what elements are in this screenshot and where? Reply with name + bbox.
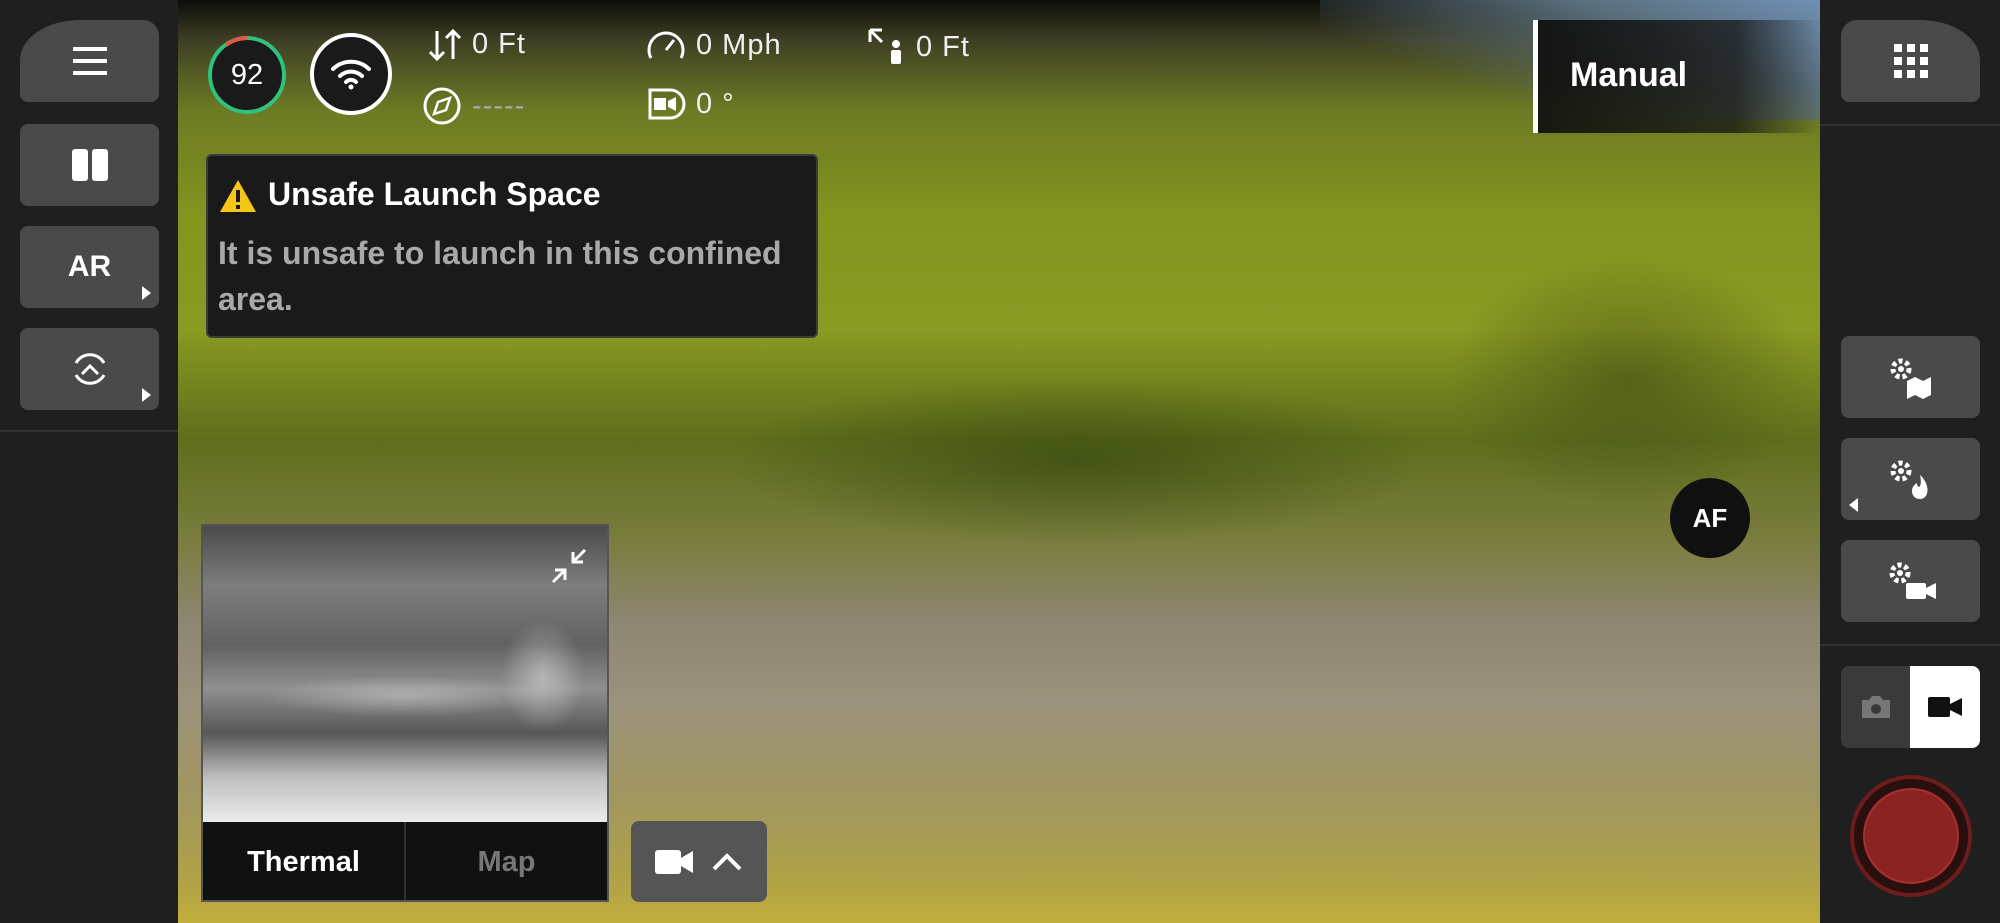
autofocus-button[interactable]: AF [1670, 478, 1750, 558]
grid-icon [1893, 44, 1928, 78]
obstacle-avoidance-icon [74, 353, 105, 385]
distance-value: 0 Ft [916, 30, 970, 63]
altitude-arrows-icon [428, 28, 462, 61]
split-view-button[interactable] [20, 124, 159, 206]
gimbal-value: 0 ° [696, 87, 735, 120]
tab-thermal[interactable]: Thermal [203, 822, 406, 900]
hamburger-icon [72, 47, 107, 75]
compass-icon [423, 87, 461, 125]
altitude-value: 0 Ft [472, 28, 526, 60]
distance-readout: 0 Ft [866, 28, 970, 66]
expand-arrow-icon [142, 388, 151, 402]
speed-value: 0 Mph [696, 28, 782, 61]
photo-mode-button[interactable] [1841, 666, 1910, 748]
gear-camera-icon [1889, 562, 1936, 599]
chevron-up-icon [712, 852, 742, 870]
split-view-icon [71, 149, 108, 181]
battery-percent: 92 [230, 58, 264, 91]
ar-label: AR [67, 250, 112, 283]
rail-divider [1820, 124, 2000, 126]
wifi-icon [331, 59, 371, 90]
pip-window[interactable]: Thermal Map [201, 524, 609, 902]
expand-arrow-icon [142, 286, 151, 300]
tab-map[interactable]: Map [406, 822, 607, 900]
altitude-readout: 0 Ft [428, 28, 526, 61]
rail-divider [0, 430, 178, 432]
heading-value: ----- [472, 89, 526, 122]
minimize-icon[interactable] [549, 546, 589, 586]
signal-indicator [310, 33, 392, 115]
af-label: AF [1692, 502, 1728, 533]
gear-flame-icon [1890, 460, 1928, 499]
flight-mode-label: Manual [1570, 56, 1688, 94]
camera-settings-button[interactable] [1841, 540, 1980, 622]
speedometer-icon [647, 31, 685, 59]
ar-button[interactable]: AR [20, 226, 159, 308]
unsafe-launch-alert: Unsafe Launch Space It is unsafe to laun… [206, 154, 818, 338]
alert-message: It is unsafe to launch in this confined … [218, 235, 782, 317]
apps-button[interactable] [1841, 20, 1980, 102]
photo-camera-icon [1861, 696, 1890, 718]
thermal-settings-button[interactable] [1841, 438, 1980, 520]
menu-button[interactable] [20, 20, 159, 102]
video-camera-icon [1928, 697, 1962, 717]
rail-divider [1820, 644, 2000, 646]
right-toolbar [1820, 0, 2000, 923]
flight-mode-indicator[interactable]: Manual [1533, 20, 1820, 133]
obstacle-avoidance-button[interactable] [20, 328, 159, 410]
distance-from-pilot-icon [868, 28, 901, 64]
speed-readout: 0 Mph [646, 28, 782, 62]
alert-title: Unsafe Launch Space [268, 176, 601, 212]
video-mode-button[interactable] [1910, 666, 1980, 748]
gimbal-readout: 0 ° [646, 86, 735, 122]
gear-map-icon [1890, 358, 1931, 399]
record-button[interactable] [1850, 775, 1972, 897]
gimbal-camera-icon [648, 88, 686, 120]
expand-left-arrow-icon [1849, 498, 1858, 512]
battery-indicator: 92 [206, 34, 288, 116]
camera-source-button[interactable] [631, 821, 767, 902]
video-camera-icon [655, 849, 693, 874]
capture-mode-toggle [1841, 666, 1980, 748]
thermal-preview[interactable] [203, 526, 607, 822]
heading-readout: ----- [422, 86, 525, 126]
record-button-core [1863, 788, 1959, 884]
warning-icon [220, 180, 256, 212]
pip-tab-bar: Thermal Map [203, 822, 607, 900]
left-toolbar: AR [0, 0, 178, 923]
map-settings-button[interactable] [1841, 336, 1980, 418]
